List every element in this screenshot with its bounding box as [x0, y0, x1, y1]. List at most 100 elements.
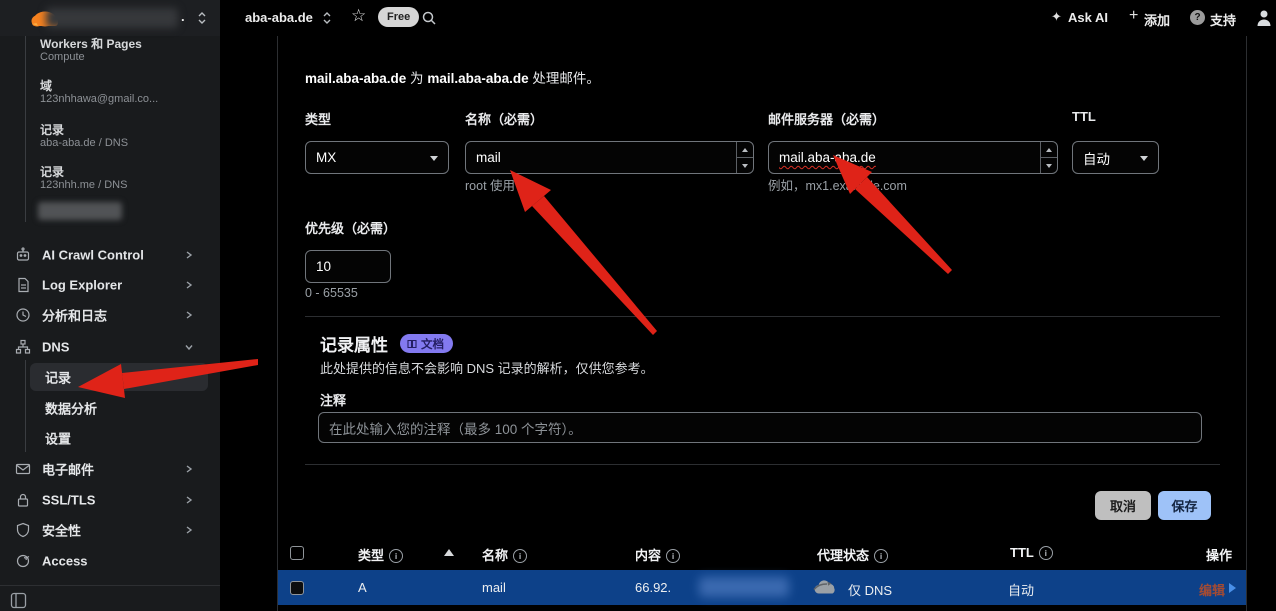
- sidebar-item-ai-crawl-control[interactable]: AI Crawl Control: [0, 240, 220, 270]
- save-button[interactable]: 保存: [1158, 491, 1211, 520]
- chevron-down-icon: [430, 156, 438, 161]
- history-item-records-2-sub: 123nhh.me / DNS: [40, 179, 127, 191]
- plan-badge: Free: [378, 7, 419, 27]
- record-attributes-desc: 此处提供的信息不会影响 DNS 记录的解析，仅供您参考。: [320, 358, 654, 377]
- sidebar-item-label: DNS: [42, 340, 69, 355]
- dns-only-cloud-icon[interactable]: [812, 580, 839, 596]
- col-name[interactable]: 名称i: [482, 545, 527, 564]
- comment-label: 注释: [320, 390, 346, 409]
- select-all-checkbox[interactable]: [290, 546, 304, 560]
- history-trail-line: [25, 36, 26, 222]
- topbar: . aba-aba.de ☆ Free ✦ Ask AI + 添加 ? 支持: [0, 0, 1276, 36]
- col-content[interactable]: 内容i: [635, 545, 680, 564]
- stepper-control[interactable]: [736, 142, 753, 173]
- favorite-star-icon[interactable]: ☆: [351, 6, 366, 26]
- row-type: A: [358, 580, 367, 595]
- priority-helper-text: 0 - 65535: [305, 286, 358, 300]
- chevron-right-icon: [184, 495, 194, 505]
- sidebar-item-email[interactable]: 电子邮件: [0, 454, 220, 484]
- sidebar-item-dns-records[interactable]: 记录: [30, 363, 208, 391]
- info-icon[interactable]: i: [666, 549, 680, 563]
- sidebar-item-ssl-tls[interactable]: SSL/TLS: [0, 485, 220, 515]
- section-divider: [305, 316, 1220, 317]
- network-hierarchy-icon: [15, 339, 31, 355]
- sidebar-item-analytics-logs[interactable]: 分析和日志: [0, 300, 220, 330]
- edit-caret-icon: [1229, 583, 1236, 593]
- mail-server-input[interactable]: mail.aba-aba.de: [768, 141, 1058, 174]
- history-item-workers[interactable]: Workers 和 Pages: [40, 35, 142, 52]
- sidebar-item-label: 电子邮件: [42, 460, 94, 479]
- comment-input[interactable]: 在此处输入您的注释（最多 100 个字符）。: [318, 412, 1202, 443]
- record-attributes-title: 记录属性: [320, 331, 388, 356]
- sidebar-footer-divider: [0, 585, 220, 586]
- col-ttl[interactable]: TTLi: [1010, 545, 1053, 560]
- priority-input-value: 10: [316, 259, 331, 274]
- row-proxy-status: 仅 DNS: [848, 580, 892, 599]
- sidebar-item-dns-settings[interactable]: 设置: [30, 424, 208, 452]
- history-item-workers-sub: Compute: [40, 51, 85, 63]
- zone-switcher-icon[interactable]: [321, 10, 333, 26]
- history-item-domain[interactable]: 域: [40, 77, 52, 94]
- zone-name[interactable]: aba-aba.de: [245, 10, 313, 25]
- sort-ascending-icon[interactable]: [444, 549, 454, 556]
- name-input[interactable]: mail: [465, 141, 754, 174]
- info-icon[interactable]: i: [874, 549, 888, 563]
- step-down-icon: [1046, 164, 1052, 168]
- support-button[interactable]: 支持: [1210, 10, 1236, 29]
- sidebar-subitem-label: 记录: [45, 368, 71, 387]
- search-icon[interactable]: [421, 10, 437, 26]
- row-content-redacted: [699, 577, 789, 597]
- row-name: mail: [482, 580, 506, 595]
- content-right-border: [1246, 36, 1247, 611]
- sidebar-item-label: 分析和日志: [42, 306, 107, 325]
- redacted-history-item: [38, 202, 122, 220]
- cloudflare-dns-page: Workers 和 Pages Compute 域 123nhhawa@gmai…: [0, 0, 1276, 611]
- col-type[interactable]: 类型i: [358, 545, 403, 564]
- priority-input[interactable]: 10: [305, 250, 391, 283]
- chevron-right-icon: [184, 525, 194, 535]
- row-content: 66.92.: [635, 580, 671, 595]
- account-name-redacted[interactable]: [46, 8, 178, 28]
- add-button[interactable]: 添加: [1144, 10, 1170, 29]
- info-icon[interactable]: i: [513, 549, 527, 563]
- ask-ai-button[interactable]: Ask AI: [1068, 10, 1108, 25]
- sidebar-item-access[interactable]: Access: [0, 546, 220, 576]
- dns-subtree-line: [25, 360, 26, 452]
- sidebar-subitem-label: 设置: [45, 429, 71, 448]
- ttl-select-value: 自动: [1083, 148, 1110, 168]
- sidebar-item-dns[interactable]: DNS: [0, 332, 220, 362]
- sidebar-subitem-label: 数据分析: [45, 399, 97, 418]
- ttl-select[interactable]: 自动: [1072, 141, 1159, 174]
- docs-badge[interactable]: 文档: [400, 334, 453, 353]
- comment-placeholder: 在此处输入您的注释（最多 100 个字符）。: [329, 418, 582, 438]
- history-item-records-1[interactable]: 记录: [40, 121, 64, 138]
- edit-record-link[interactable]: 编辑: [1199, 580, 1225, 599]
- document-icon: [15, 277, 31, 293]
- type-label: 类型: [305, 109, 331, 128]
- chevron-right-icon: [184, 250, 194, 260]
- col-proxy-status[interactable]: 代理状态i: [817, 545, 888, 564]
- sidebar-item-log-explorer[interactable]: Log Explorer: [0, 270, 220, 300]
- type-select[interactable]: MX: [305, 141, 449, 174]
- type-select-value: MX: [316, 150, 336, 165]
- name-helper-text: root 使用 @: [465, 175, 531, 194]
- stepper-control[interactable]: [1040, 142, 1057, 173]
- info-icon[interactable]: i: [389, 549, 403, 563]
- arrow-to-name-helper: [510, 170, 657, 335]
- record-summary-text: mail.aba-aba.de 为 mail.aba-aba.de 处理邮件。: [305, 67, 600, 87]
- envelope-icon: [15, 461, 31, 477]
- info-icon[interactable]: i: [1039, 546, 1053, 560]
- history-item-records-2[interactable]: 记录: [40, 163, 64, 180]
- sidebar-item-dns-analytics[interactable]: 数据分析: [30, 394, 208, 422]
- cancel-button[interactable]: 取消: [1095, 491, 1151, 520]
- row-checkbox[interactable]: [290, 581, 304, 595]
- row-ttl: 自动: [1008, 580, 1034, 599]
- sidebar-item-security[interactable]: 安全性: [0, 515, 220, 545]
- account-switcher-icon[interactable]: [196, 10, 208, 26]
- user-avatar-icon[interactable]: [1256, 9, 1272, 27]
- collapse-sidebar-icon[interactable]: [10, 592, 27, 609]
- sidebar-item-label: Access: [42, 554, 88, 569]
- section-divider: [305, 464, 1220, 465]
- sidebar: Workers 和 Pages Compute 域 123nhhawa@gmai…: [0, 36, 220, 611]
- account-name-suffix: .: [181, 9, 185, 24]
